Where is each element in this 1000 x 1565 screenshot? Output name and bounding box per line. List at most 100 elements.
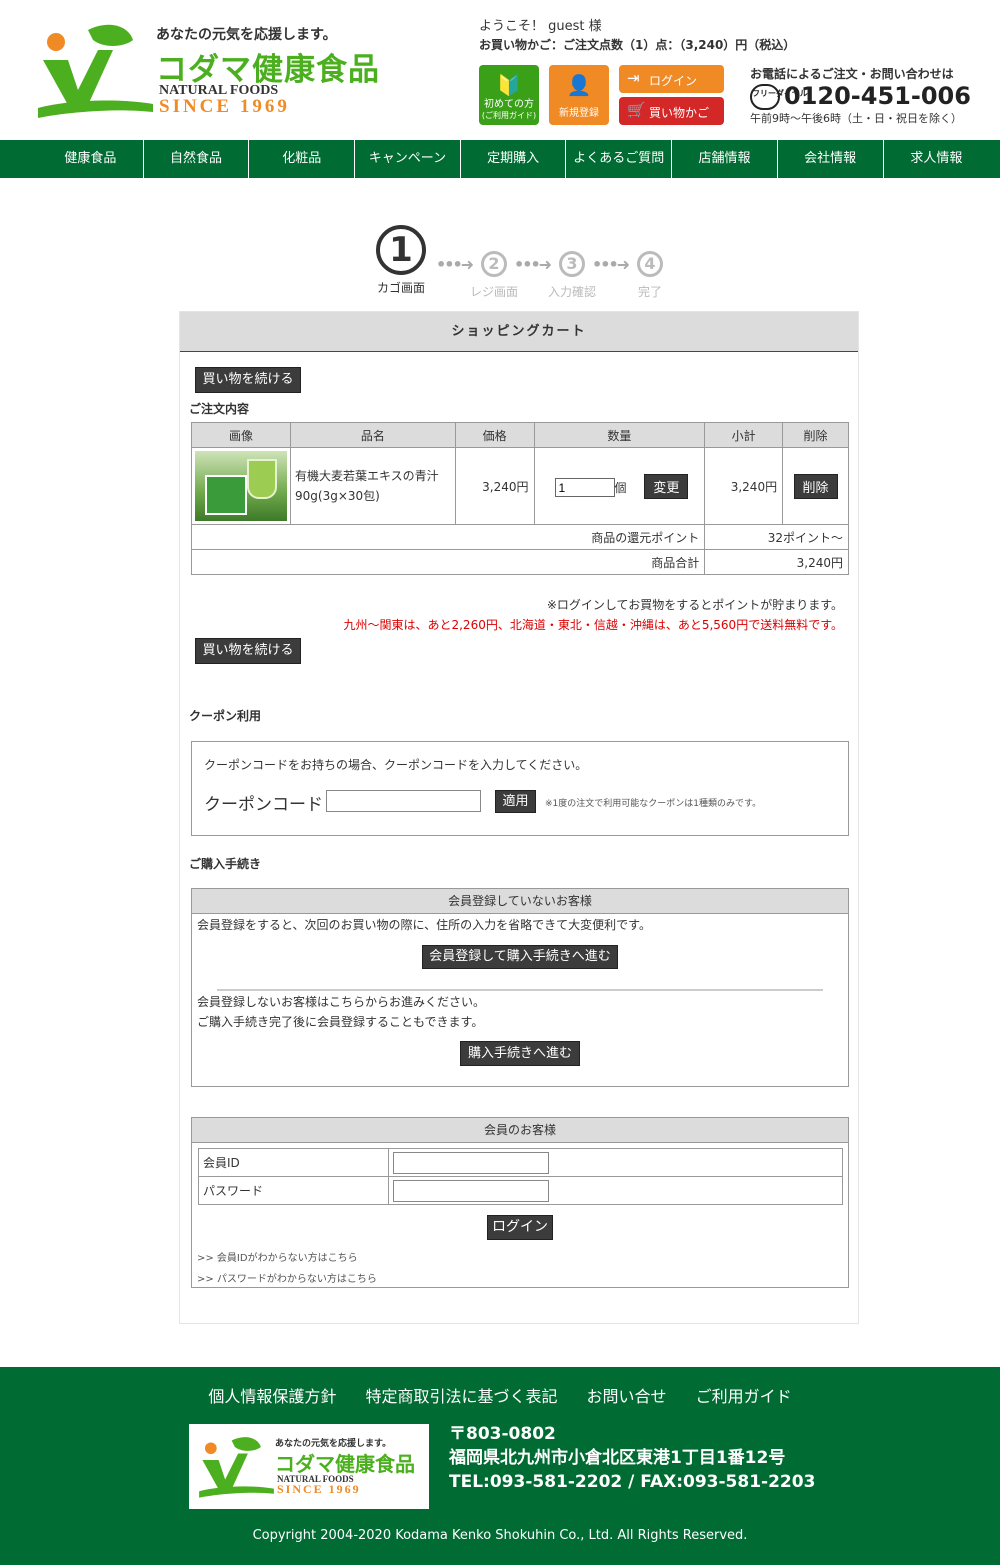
step-number: 4 (637, 251, 663, 277)
nav-item[interactable]: 会社情報 (778, 140, 884, 178)
proceed-purchase-button[interactable]: 購入手続きへ進む (460, 1041, 580, 1066)
footer-links: 個人情報保護方針 特定商取引法に基づく表記 お問い合せ ご利用ガイド (0, 1383, 1000, 1407)
continue-shopping-button-2[interactable]: 買い物を続ける (195, 638, 301, 664)
welcome-text: ようこそ！ guest 様 (479, 19, 602, 34)
header: あなたの元気を応援します。 コダマ健康食品 NATURAL FOODS SINC… (0, 0, 1000, 140)
cart-header-button[interactable]: 🛒 買い物かご (619, 97, 724, 125)
nav-item[interactable]: キャンペーン (355, 140, 461, 178)
guide-sub-label: (ご利用ガイド) (481, 111, 537, 120)
step-number: 2 (481, 251, 507, 277)
cart-table: 画像 品名 価格 数量 小計 削除 有機大麦若葉エキスの青汁 90g(3g×30… (190, 422, 849, 575)
apply-coupon-button[interactable]: 適用 (495, 790, 536, 813)
nav-item[interactable]: 健康食品 (38, 140, 144, 178)
coupon-note: ※1度の注文で利用可能なクーポンは1種類のみです。 (545, 799, 762, 809)
nav-item[interactable]: 店舗情報 (672, 140, 778, 178)
col-header: 価格 (454, 422, 535, 448)
product-image[interactable] (195, 451, 287, 521)
address-line: 福岡県北九州市小倉北区東港1丁目1番12号 (449, 1448, 786, 1468)
main-nav: 健康食品 自然食品 化粧品 キャンペーン 定期購入 よくあるご質問 店舗情報 会… (0, 140, 1000, 178)
col-header: 数量 (533, 422, 706, 448)
quantity-input[interactable] (554, 478, 615, 497)
phone-hours: 午前9時〜午後6時（土・日・祝日を除く） (750, 112, 962, 125)
free-shipping-note: 九州〜関東は、あと2,260円、北海道・東北・信越・沖縄は、あと5,560円で送… (343, 618, 843, 632)
product-spec: 90g(3g×30包) (295, 489, 380, 503)
coupon-box: クーポンコードをお持ちの場合、クーポンコードを入力してください。 クーポンコード… (191, 741, 849, 836)
password-label: パスワード (198, 1176, 389, 1205)
logo-mark-icon (199, 1437, 274, 1498)
footer: 個人情報保護方針 特定商取引法に基づく表記 お問い合せ ご利用ガイド あなたの元… (0, 1367, 1000, 1565)
forgot-id-link[interactable]: >> 会員IDがわからない方はこちら (197, 1249, 358, 1264)
product-subtotal: 3,240円 (704, 447, 784, 525)
footer-link-guide[interactable]: ご利用ガイド (696, 1387, 792, 1406)
col-header: 削除 (782, 422, 849, 448)
col-header: 小計 (704, 422, 784, 448)
product-price: 3,240円 (454, 447, 535, 525)
nav-item[interactable]: 自然食品 (144, 140, 250, 178)
purchase-section-label: ご購入手続き (189, 857, 262, 871)
coupon-code-input[interactable] (326, 790, 481, 812)
footer-logo-brand: コダマ健康食品 (275, 1452, 415, 1476)
login-header-button[interactable]: ⇥ ログイン (619, 65, 724, 93)
forgot-password-link[interactable]: >> パスワードがわからない方はこちら (197, 1270, 377, 1285)
delete-item-button[interactable]: 削除 (793, 473, 838, 499)
total-row: 商品合計 3,240円 (190, 549, 849, 575)
step-complete: 4 完了 (622, 251, 678, 300)
phone-title: お電話によるご注文・お問い合わせは (750, 67, 954, 81)
footer-logo-since: SINCE 1969 (277, 1482, 361, 1496)
register-and-purchase-button[interactable]: 会員登録して購入手続きへ進む (422, 945, 618, 969)
guest-box: 会員登録していないお客様 会員登録をすると、次回のお買い物の際に、住所の入力を省… (191, 888, 849, 1087)
table-row: 有機大麦若葉エキスの青汁 90g(3g×30包) 3,240円 個 変更 3,2… (191, 447, 849, 525)
footer-logo[interactable]: あなたの元気を応援します。 コダマ健康食品 NATURAL FOODS SINC… (189, 1424, 429, 1509)
guide-button[interactable]: 🔰 初めての方 (ご利用ガイド) (479, 65, 539, 125)
continue-shopping-button[interactable]: 買い物を続ける (195, 367, 301, 393)
register-label: 新規登録 (559, 108, 599, 119)
phone-number[interactable]: フリーダイヤル0120-451-006 (750, 82, 971, 110)
zip-code: 〒803-0802 (449, 1424, 556, 1444)
user-icon: 👤 (566, 73, 592, 97)
points-value: 32ポイント〜 (704, 524, 849, 550)
total-value: 3,240円 (704, 549, 849, 575)
beginner-mark-icon: 🔰 (496, 73, 522, 97)
guest-text-2: 会員登録しないお客様はこちらからお進みください。 (197, 995, 486, 1009)
nav-item[interactable]: 求人情報 (884, 140, 990, 178)
cart-header-label: 買い物かご (649, 106, 710, 120)
member-id-input[interactable] (393, 1151, 549, 1174)
logo-mark-icon (38, 24, 153, 118)
step-label: 入力確認 (547, 285, 596, 299)
member-box-head: 会員のお客様 (192, 1118, 848, 1143)
nav-item[interactable]: よくあるご質問 (566, 140, 673, 178)
divider (217, 989, 823, 991)
coupon-desc: クーポンコードをお持ちの場合、クーポンコードを入力してください。 (204, 758, 588, 772)
order-contents-label: ご注文内容 (189, 402, 250, 416)
member-id-label: 会員ID (198, 1148, 389, 1177)
step-cart: 1 カゴ画面 (376, 225, 432, 296)
product-name[interactable]: 有機大麦若葉エキスの青汁 (295, 469, 439, 483)
footer-link-tokushoho[interactable]: 特定商取引法に基づく表記 (365, 1387, 557, 1406)
footer-link-privacy[interactable]: 個人情報保護方針 (208, 1387, 336, 1406)
login-button[interactable]: ログイン (487, 1215, 553, 1240)
tel-fax: TEL:093-581-2202 / FAX:093-581-2203 (449, 1472, 816, 1492)
step-number: 1 (376, 225, 426, 275)
logo-since: SINCE 1969 (159, 96, 290, 117)
register-button[interactable]: 👤 新規登録 (549, 65, 609, 125)
logo-tagline: あなたの元気を応援します。 (156, 27, 337, 43)
col-header: 品名 (290, 422, 456, 448)
cart-title: ショッピングカート (180, 312, 858, 352)
nav-item[interactable]: 化粧品 (249, 140, 356, 178)
login-door-icon: ⇥ (627, 69, 640, 87)
coupon-code-label: クーポンコード (204, 795, 323, 815)
step-label: カゴ画面 (376, 281, 425, 295)
copyright: Copyright 2004-2020 Kodama Kenko Shokuhi… (252, 1528, 748, 1543)
password-input[interactable] (393, 1179, 549, 1202)
total-label: 商品合計 (190, 549, 706, 575)
change-quantity-button[interactable]: 変更 (644, 473, 689, 499)
nav-item[interactable]: 定期購入 (461, 140, 567, 178)
footer-link-contact[interactable]: お問い合せ (587, 1387, 667, 1406)
freedial-icon: フリーダイヤル (750, 84, 808, 110)
guest-text: 会員登録をすると、次回のお買い物の際に、住所の入力を省略できて大変便利です。 (197, 918, 651, 932)
site-logo[interactable]: あなたの元気を応援します。 コダマ健康食品 NATURAL FOODS SINC… (38, 20, 383, 120)
guide-label: 初めての方 (484, 99, 534, 110)
qty-unit: 個 (614, 480, 627, 495)
points-label: 商品の還元ポイント (190, 524, 706, 550)
cart-summary: お買い物かご：ご注文点数（1）点：（3,240）円（税込） (479, 38, 796, 52)
